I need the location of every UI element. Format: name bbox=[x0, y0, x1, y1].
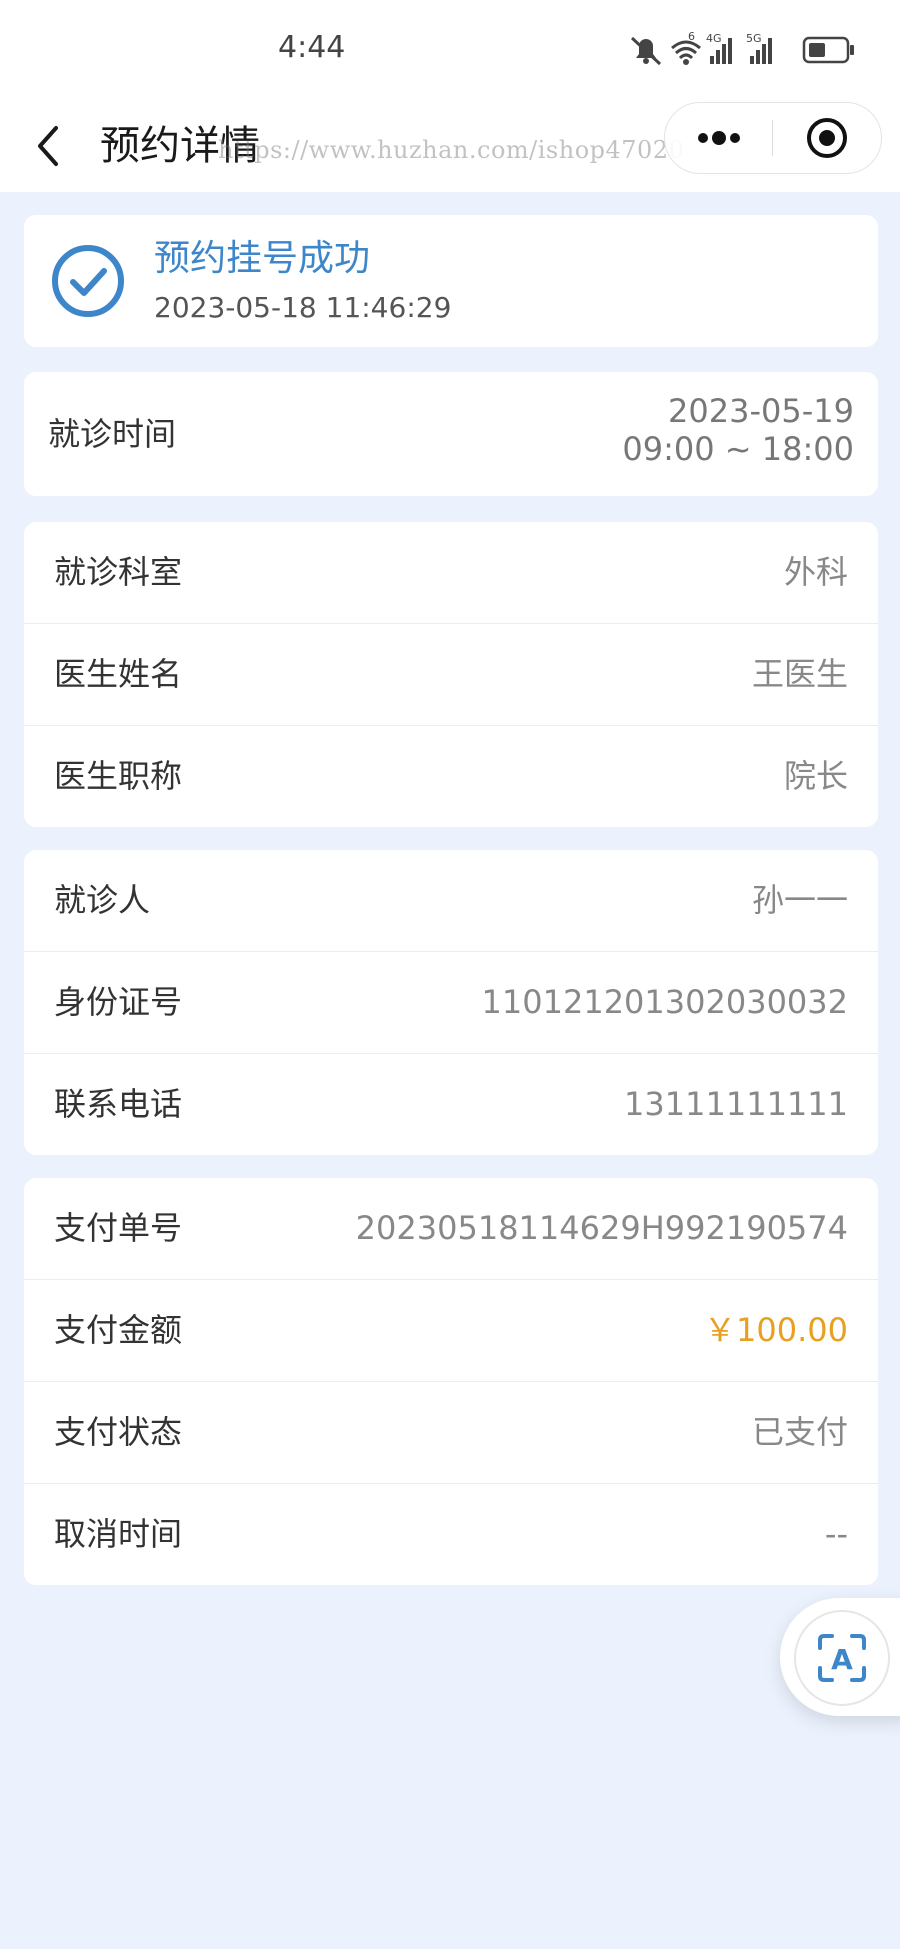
row-value: 已支付 bbox=[751, 1413, 848, 1451]
row-label: 医生姓名 bbox=[54, 655, 183, 693]
nav-bar: 预约详情 https://www.huzhan.com/ishop47020 bbox=[0, 100, 900, 192]
battery-icon bbox=[802, 36, 854, 64]
visit-time-value: 2023-05-19 09:00 ~ 18:00 bbox=[622, 392, 854, 468]
row-value: 20230518114629H992190574 bbox=[355, 1209, 848, 1247]
row-label: 身份证号 bbox=[54, 983, 183, 1021]
row-label: 医生职称 bbox=[54, 757, 183, 795]
row-label: 就诊科室 bbox=[54, 553, 183, 591]
success-time: 2023-05-18 11:46:29 bbox=[154, 291, 452, 324]
row-value: 孙一一 bbox=[751, 881, 848, 919]
row-value: 外科 bbox=[783, 553, 848, 591]
booking-success-card: 预约挂号成功 2023-05-18 11:46:29 bbox=[24, 215, 878, 347]
row-label: 支付金额 bbox=[54, 1311, 183, 1349]
status-time: 4:44 bbox=[278, 30, 346, 65]
back-arrow-icon[interactable] bbox=[26, 116, 76, 176]
row-value: -- bbox=[824, 1515, 848, 1553]
row-value: 王医生 bbox=[751, 655, 848, 693]
info-row-patient: 就诊人 孙一一 bbox=[24, 850, 878, 952]
info-row-department: 就诊科室 外科 bbox=[24, 522, 878, 624]
signal-5g-icon: 5G bbox=[746, 32, 772, 64]
info-row-doctor-title: 医生职称 院长 bbox=[24, 726, 878, 827]
network-label-6: 6 bbox=[688, 30, 695, 43]
scan-text-icon: A bbox=[818, 1634, 866, 1682]
row-label: 取消时间 bbox=[54, 1515, 183, 1553]
visit-time-card: 就诊时间 2023-05-19 09:00 ~ 18:00 bbox=[24, 372, 878, 496]
network-label-5g: 5G bbox=[746, 32, 762, 45]
page-title: 预约详情 bbox=[100, 123, 260, 169]
row-label: 支付状态 bbox=[54, 1413, 183, 1451]
row-value: 13111111111 bbox=[624, 1085, 848, 1123]
row-label: 就诊人 bbox=[54, 881, 151, 919]
network-label-4g: 4G bbox=[706, 32, 722, 45]
payment-amount: ￥100.00 bbox=[704, 1311, 848, 1349]
patient-info-card: 就诊人 孙一一 身份证号 110121201302030032 联系电话 131… bbox=[24, 850, 878, 1155]
more-dots-icon[interactable] bbox=[665, 103, 773, 173]
floating-scan-inner: A bbox=[794, 1610, 890, 1706]
row-label: 支付单号 bbox=[54, 1209, 183, 1247]
wifi-icon: 6 bbox=[671, 30, 701, 65]
status-bar: 4:44 6 4G 5G bbox=[0, 0, 900, 100]
check-circle-icon bbox=[52, 245, 124, 317]
watermark-text: https://www.huzhan.com/ishop47020 bbox=[218, 136, 685, 164]
info-row-id-number: 身份证号 110121201302030032 bbox=[24, 952, 878, 1054]
visit-time-range: 09:00 ~ 18:00 bbox=[622, 430, 854, 468]
success-title: 预约挂号成功 bbox=[154, 238, 371, 279]
bell-muted-icon bbox=[630, 36, 662, 66]
info-row-order-number: 支付单号 20230518114629H992190574 bbox=[24, 1178, 878, 1280]
info-row-doctor-name: 医生姓名 王医生 bbox=[24, 624, 878, 726]
close-target-icon[interactable] bbox=[773, 103, 881, 173]
status-icons: 6 4G 5G bbox=[630, 30, 854, 66]
row-value: 110121201302030032 bbox=[481, 983, 848, 1021]
payment-info-card: 支付单号 20230518114629H992190574 支付金额 ￥100.… bbox=[24, 1178, 878, 1585]
row-label: 联系电话 bbox=[54, 1085, 183, 1123]
visit-time-label: 就诊时间 bbox=[48, 415, 177, 453]
info-row-cancel-time: 取消时间 -- bbox=[24, 1484, 878, 1585]
floating-scan-button[interactable]: A bbox=[780, 1598, 900, 1716]
signal-4g-icon: 4G bbox=[706, 32, 732, 64]
info-row-phone: 联系电话 13111111111 bbox=[24, 1054, 878, 1155]
scan-icon-letter: A bbox=[831, 1643, 853, 1676]
visit-date: 2023-05-19 bbox=[668, 392, 854, 430]
info-row-payment-status: 支付状态 已支付 bbox=[24, 1382, 878, 1484]
info-row-amount: 支付金额 ￥100.00 bbox=[24, 1280, 878, 1382]
doctor-info-card: 就诊科室 外科 医生姓名 王医生 医生职称 院长 bbox=[24, 522, 878, 827]
mini-program-capsule bbox=[664, 102, 882, 174]
row-value: 院长 bbox=[783, 757, 848, 795]
